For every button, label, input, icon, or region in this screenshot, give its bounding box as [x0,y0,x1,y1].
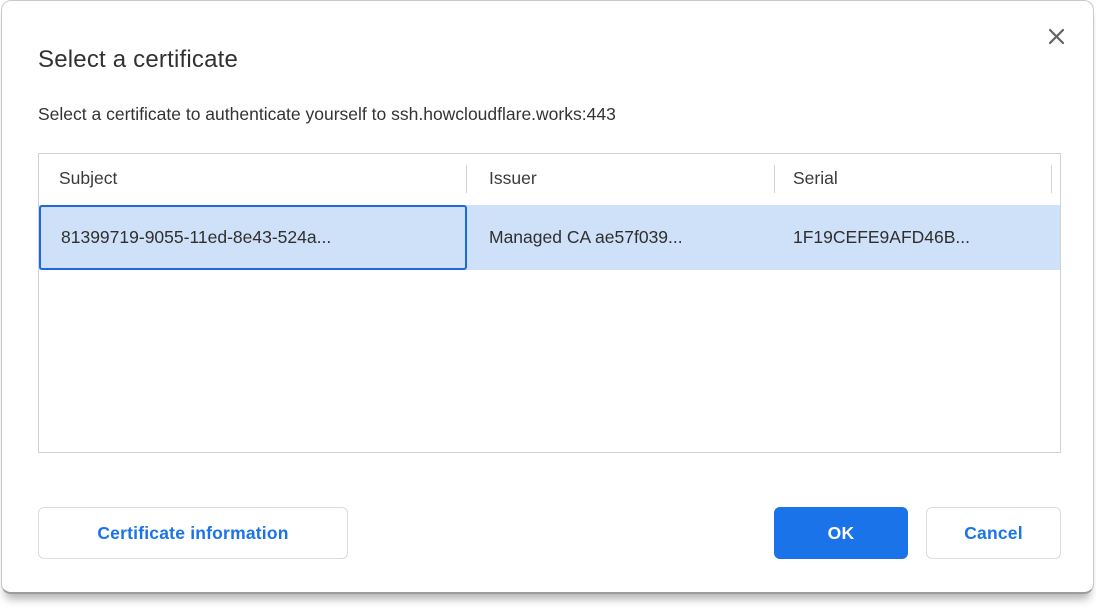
column-header-gutter [1052,154,1060,202]
certificate-select-dialog: Select a certificate Select a certificat… [1,0,1094,594]
dialog-subtitle: Select a certificate to authenticate you… [38,104,616,125]
table-body: 81399719-9055-11ed-8e43-524a... Managed … [39,202,1060,270]
dialog-title: Select a certificate [38,46,238,74]
column-header-issuer[interactable]: Issuer [467,154,775,202]
cell-issuer[interactable]: Managed CA ae57f039... [467,205,775,270]
certificate-row-selected[interactable]: 81399719-9055-11ed-8e43-524a... Managed … [39,205,1060,270]
ok-button[interactable]: OK [774,507,908,559]
cell-serial[interactable]: 1F19CEFE9AFD46B... [775,205,1052,270]
close-icon [1048,28,1065,45]
column-header-subject[interactable]: Subject [39,154,467,202]
table-header: Subject Issuer Serial [39,154,1060,202]
certificate-information-button[interactable]: Certificate information [38,507,348,559]
cancel-button[interactable]: Cancel [926,507,1061,559]
certificate-table: Subject Issuer Serial 81399719-9055-11ed… [38,153,1061,453]
cell-subject[interactable]: 81399719-9055-11ed-8e43-524a... [39,205,467,270]
close-button[interactable] [1043,23,1069,49]
column-header-serial[interactable]: Serial [775,154,1052,202]
